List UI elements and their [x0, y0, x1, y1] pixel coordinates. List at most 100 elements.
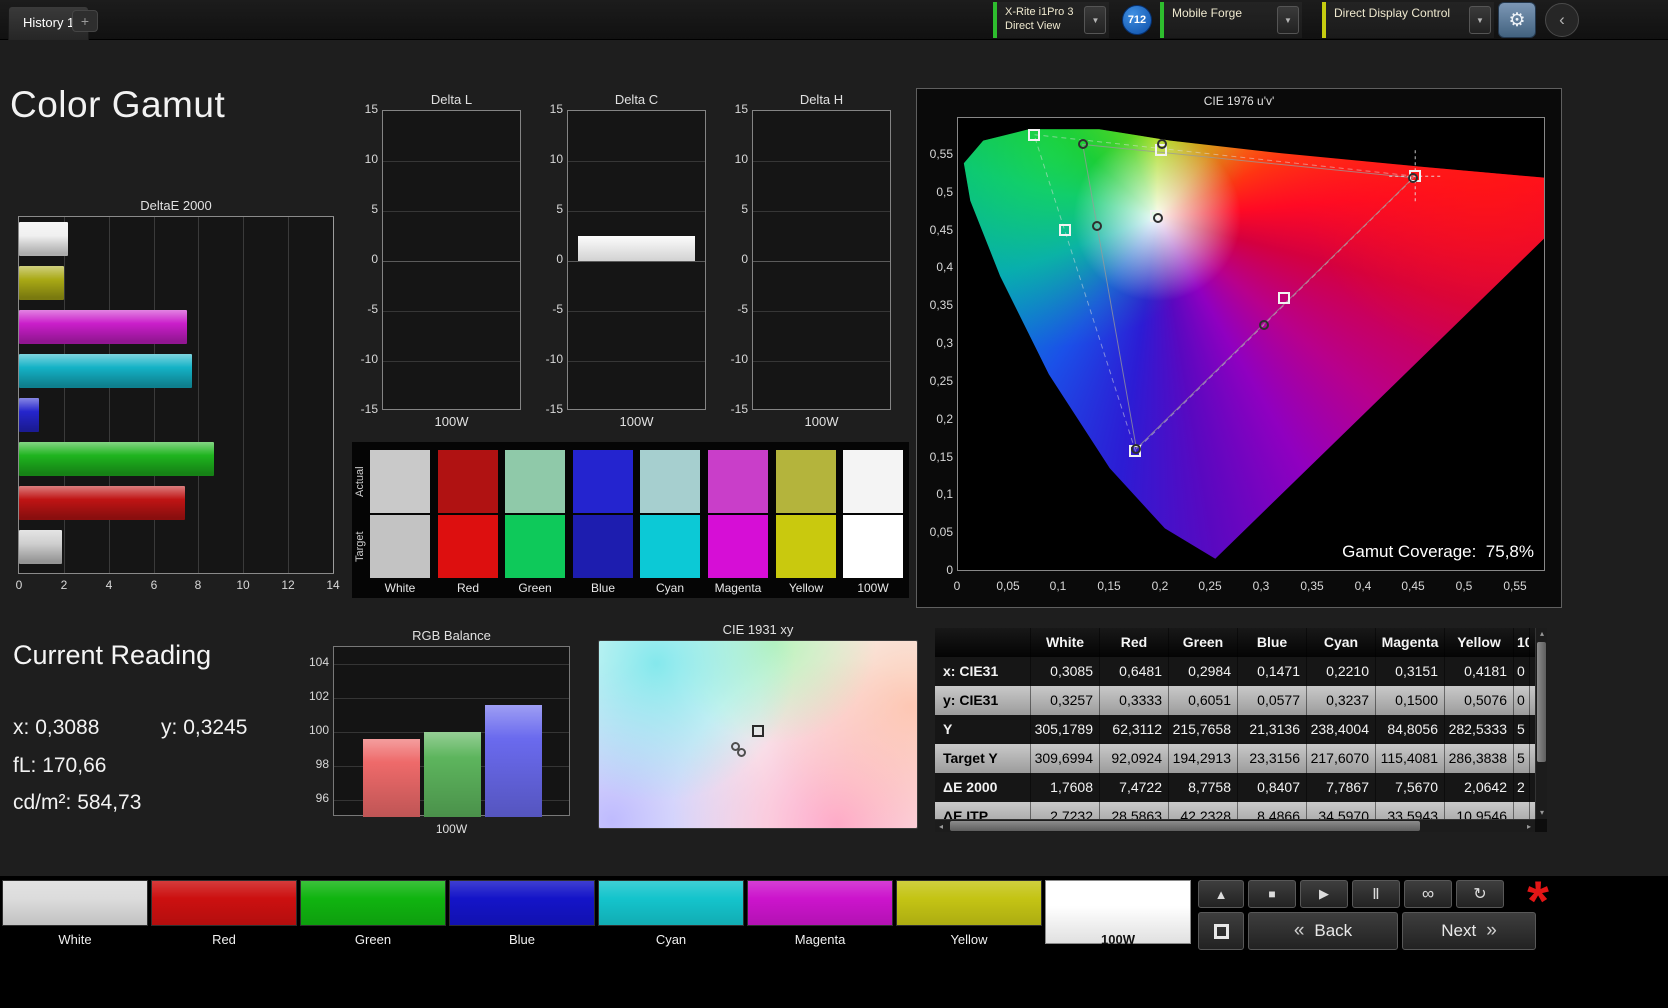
- table-vertical-scrollbar[interactable]: ▴ ▾: [1535, 628, 1547, 819]
- reading-count-badge: 712: [1122, 5, 1152, 35]
- column-header: Cyan: [1307, 628, 1376, 657]
- x-tick-label: 6: [150, 578, 158, 592]
- play-icon: ▶: [1319, 886, 1329, 901]
- cell: 0,6051: [1169, 686, 1238, 715]
- deltae-bar-white: [19, 222, 68, 256]
- y-tick-label: 100: [308, 723, 329, 737]
- back-button[interactable]: « Back: [1248, 912, 1398, 950]
- deltae-plot: [18, 216, 334, 574]
- patch-button-blue[interactable]: [449, 880, 595, 926]
- rgb-bar-green: [424, 732, 481, 817]
- actual-swatch-blue: [573, 450, 633, 513]
- expand-button[interactable]: ▲: [1198, 880, 1244, 908]
- collapse-panel-button[interactable]: ‹: [1545, 3, 1579, 37]
- target-swatch-white: [370, 515, 430, 578]
- fl-label: fL:: [13, 754, 37, 777]
- y-tick-label: 0,4: [936, 260, 953, 274]
- x-label: x:: [13, 716, 30, 739]
- y-tick-label: 0: [946, 563, 953, 577]
- table-row: ΔE ITP 2,7232 28,5863 42,2328 8,4866 34,5970 3…: [935, 802, 1535, 819]
- refresh-button[interactable]: ↻: [1456, 880, 1504, 908]
- chevron-left-icon: ‹: [1559, 10, 1565, 29]
- patch-label: Green: [354, 932, 392, 947]
- loop-button[interactable]: ∞: [1404, 880, 1452, 908]
- table-body: WhiteRedGreenBlueCyanMagentaYellow100Wx:…: [935, 628, 1535, 819]
- y-tick-label: -15: [360, 402, 378, 416]
- table-horizontal-scrollbar[interactable]: ◂ ▸: [935, 819, 1535, 832]
- x-tick-label: 0,15: [1097, 579, 1121, 593]
- meter-label: X-Rite i1Pro 3 Direct View: [997, 2, 1081, 38]
- row-label: ΔE 2000: [935, 773, 1031, 802]
- patch-button-white[interactable]: [2, 880, 148, 926]
- y-tick-label: 10: [734, 152, 748, 166]
- x-tick-label: 0: [15, 578, 23, 592]
- chevron-down-icon[interactable]: ▼: [1084, 6, 1107, 34]
- cell: 92,0924: [1100, 744, 1169, 773]
- swatch-label: Magenta: [714, 581, 762, 595]
- source-dropdown[interactable]: Mobile Forge ▼: [1160, 2, 1302, 38]
- chart-title: RGB Balance: [412, 628, 491, 643]
- x-tick-label: 12: [281, 578, 295, 592]
- swatch-label: Red: [456, 581, 479, 595]
- rgb-balance-chart: RGB Balance 100W 104 102 100 98 96: [300, 626, 585, 844]
- y-tick-label: -15: [730, 402, 748, 416]
- chevron-down-icon[interactable]: ▼: [1277, 6, 1299, 34]
- scrollbar-thumb[interactable]: [1537, 642, 1546, 762]
- patch-button-green[interactable]: [300, 880, 446, 926]
- patch-button-magenta[interactable]: [747, 880, 893, 926]
- scroll-down-icon[interactable]: ▾: [1536, 807, 1548, 819]
- chart-plot: [382, 110, 521, 410]
- display-control-dropdown[interactable]: Direct Display Control ▼: [1322, 2, 1494, 38]
- add-tab-button[interactable]: +: [72, 10, 98, 32]
- patch-label: 100W: [1101, 932, 1135, 947]
- deltae-bar-blue: [19, 398, 39, 432]
- chart-delta-h: Delta H 15 10 5 0 -5 -10 -15 100W: [722, 92, 894, 444]
- cell: 0,0577: [1238, 686, 1307, 715]
- cell: 21,3136: [1238, 715, 1307, 744]
- cell: 0: [1514, 657, 1530, 686]
- settings-button[interactable]: ⚙: [1498, 2, 1536, 38]
- patch-button-cyan[interactable]: [598, 880, 744, 926]
- play-button[interactable]: ▶: [1300, 880, 1348, 908]
- y-tick-label: 0,2: [936, 412, 953, 426]
- pause-button[interactable]: Ⅱ: [1352, 880, 1400, 908]
- cell: 5: [1514, 744, 1530, 773]
- category-label: 100W: [804, 414, 839, 429]
- deltae-bar-100w: [19, 530, 62, 564]
- y-tick-label: 15: [364, 102, 378, 116]
- cell: 238,4004: [1307, 715, 1376, 744]
- stop-button[interactable]: ■: [1248, 880, 1296, 908]
- scrollbar-thumb[interactable]: [950, 821, 1420, 831]
- scroll-right-icon[interactable]: ▸: [1523, 820, 1535, 832]
- patch-label: Cyan: [655, 932, 687, 947]
- cell: 23,3156: [1238, 744, 1307, 773]
- grid-line: [568, 361, 705, 362]
- scroll-up-icon[interactable]: ▴: [1536, 628, 1548, 640]
- x-tick-label: 0,25: [1198, 579, 1222, 593]
- x-tick-label: 0,4: [1354, 579, 1372, 593]
- pattern-window-button[interactable]: [1198, 912, 1244, 950]
- patch-button-yellow[interactable]: [896, 880, 1042, 926]
- patch-label: Yellow: [950, 932, 988, 947]
- actual-swatch-magenta: [708, 450, 768, 513]
- x-value: 0,3088: [35, 716, 100, 739]
- cell: 2,7232: [1031, 802, 1100, 819]
- cell: 5: [1514, 715, 1530, 744]
- category-label: 100W: [619, 414, 654, 429]
- scroll-left-icon[interactable]: ◂: [935, 820, 947, 832]
- chevron-double-left-icon: «: [1293, 920, 1305, 941]
- x-tick-label: 0,45: [1401, 579, 1425, 593]
- y-tick-label: -5: [367, 302, 378, 316]
- deltae-x-axis: 0 2 4 6 8 10 12 14: [16, 578, 340, 594]
- target-swatch-green: [505, 515, 565, 578]
- target-marker-white: [751, 725, 764, 738]
- meter-dropdown[interactable]: X-Rite i1Pro 3 Direct View ▼: [993, 2, 1110, 38]
- next-button[interactable]: Next »: [1402, 912, 1536, 950]
- patch-button-red[interactable]: [151, 880, 297, 926]
- cell: 194,2913: [1169, 744, 1238, 773]
- row-label: Y: [935, 715, 1031, 744]
- chevron-down-icon[interactable]: ▼: [1469, 6, 1491, 34]
- row-label: x: CIE31: [935, 657, 1031, 686]
- grid-line: [334, 698, 569, 699]
- deltae-2000-chart: DeltaE 2000 0 2 4 6 8 10 12 14: [16, 198, 340, 598]
